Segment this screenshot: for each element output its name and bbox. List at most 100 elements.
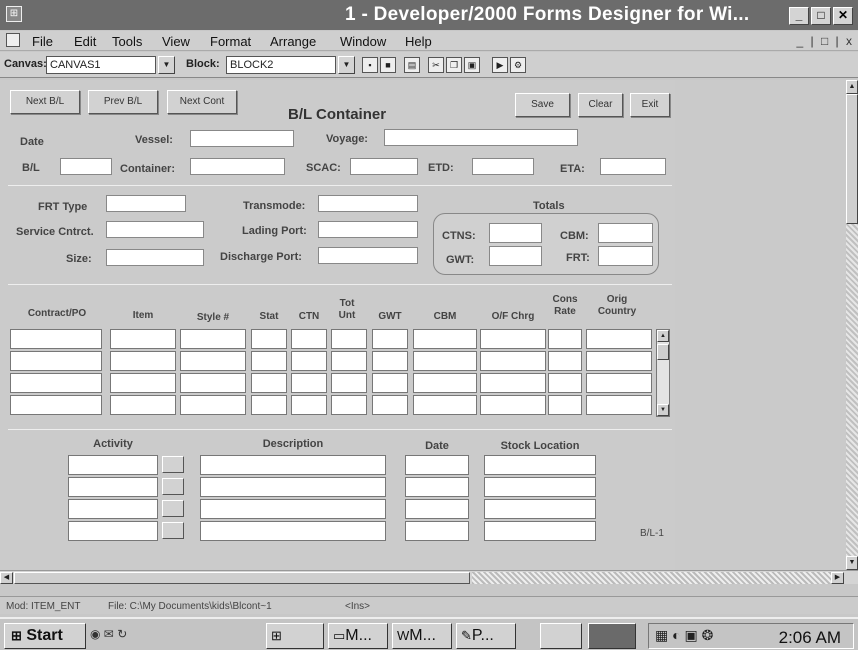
grid-cell[interactable]	[10, 329, 102, 349]
activity-cell[interactable]	[484, 521, 596, 541]
container-field[interactable]	[190, 158, 285, 175]
grid-cell[interactable]	[291, 373, 327, 393]
grid-cell[interactable]	[480, 373, 546, 393]
grid-cell[interactable]	[548, 373, 582, 393]
activity-cell[interactable]	[68, 477, 158, 497]
grid-cell[interactable]	[331, 373, 367, 393]
grid-cell[interactable]	[180, 395, 246, 415]
grid-cell[interactable]	[10, 373, 102, 393]
grid-cell[interactable]	[586, 395, 652, 415]
menu-arrange[interactable]: Arrange	[270, 34, 316, 49]
activity-cell[interactable]	[484, 477, 596, 497]
canvas-select[interactable]: CANVAS1	[46, 56, 156, 74]
grid-cell[interactable]	[251, 373, 287, 393]
ctns-field[interactable]	[489, 223, 542, 243]
frt-type-field[interactable]	[106, 195, 186, 212]
quick-launch-icons[interactable]: ◉ ✉ ↻	[90, 627, 127, 641]
grid-cell[interactable]	[586, 373, 652, 393]
grid-cell[interactable]	[548, 395, 582, 415]
grid-cell[interactable]	[548, 329, 582, 349]
close-button[interactable]: ✕	[833, 7, 853, 25]
scroll-right-icon[interactable]: ▶	[831, 572, 844, 584]
task-word[interactable]: WM...	[392, 623, 452, 649]
lading-port-field[interactable]	[318, 221, 418, 238]
scroll-up-icon[interactable]: ▲	[846, 80, 858, 94]
grid-cell[interactable]	[413, 373, 477, 393]
task-window-2[interactable]: ▭M...	[328, 623, 388, 649]
grid-cell[interactable]	[586, 329, 652, 349]
grid-cell[interactable]	[180, 351, 246, 371]
task-dark[interactable]	[588, 623, 636, 649]
service-contract-field[interactable]	[106, 221, 204, 238]
activity-cell[interactable]	[200, 521, 386, 541]
transmode-field[interactable]	[318, 195, 418, 212]
scroll-track[interactable]	[472, 572, 842, 584]
grid-cell[interactable]	[413, 329, 477, 349]
activity-cell[interactable]	[200, 477, 386, 497]
list-of-values-button[interactable]	[162, 500, 184, 517]
etd-field[interactable]	[472, 158, 534, 175]
grid-cell[interactable]	[291, 329, 327, 349]
activity-cell[interactable]	[68, 499, 158, 519]
scroll-thumb[interactable]	[846, 94, 858, 224]
menu-view[interactable]: View	[162, 34, 190, 49]
start-button[interactable]: ⊞ Start	[4, 623, 86, 649]
task-blank[interactable]	[540, 623, 582, 649]
forms-app-icon[interactable]: ⊞	[6, 6, 22, 22]
menu-tools[interactable]: Tools	[112, 34, 142, 49]
grid-cell[interactable]	[10, 351, 102, 371]
grid-cell[interactable]	[480, 329, 546, 349]
task-paint[interactable]: ✎P...	[456, 623, 516, 649]
scroll-down-icon[interactable]: ▼	[846, 556, 858, 570]
activity-cell[interactable]	[68, 455, 158, 475]
grid-cell[interactable]	[372, 329, 408, 349]
menu-file[interactable]: File	[32, 34, 53, 49]
list-of-values-button[interactable]	[162, 522, 184, 539]
copy-icon[interactable]: ❐	[446, 57, 462, 73]
grid-cell[interactable]	[548, 351, 582, 371]
grid-cell[interactable]	[291, 395, 327, 415]
scroll-left-icon[interactable]: ◀	[0, 572, 13, 584]
new-icon[interactable]: ▪	[362, 57, 378, 73]
maximize-button[interactable]: □	[811, 7, 831, 25]
grid-scrollbar[interactable]: ▲ ▼	[656, 329, 670, 417]
tray-icons[interactable]: ▦ ◐ ▣ ❂	[655, 627, 713, 644]
next-cont-button[interactable]: Next Cont	[167, 90, 237, 114]
grid-cell[interactable]	[291, 351, 327, 371]
activity-cell[interactable]	[200, 455, 386, 475]
menu-window[interactable]: Window	[340, 34, 386, 49]
activity-cell[interactable]	[405, 455, 469, 475]
document-window-controls[interactable]: _ | □ | x	[797, 34, 855, 48]
grid-cell[interactable]	[413, 351, 477, 371]
eta-field[interactable]	[600, 158, 666, 175]
activity-cell[interactable]	[484, 455, 596, 475]
vessel-field[interactable]	[190, 130, 294, 147]
minimize-button[interactable]: _	[789, 7, 809, 25]
scroll-thumb[interactable]	[657, 344, 669, 360]
list-of-values-button[interactable]	[162, 478, 184, 495]
size-field[interactable]	[106, 249, 204, 266]
grid-cell[interactable]	[180, 329, 246, 349]
grid-cell[interactable]	[372, 373, 408, 393]
horizontal-scrollbar[interactable]: ◀ ▶	[0, 570, 858, 584]
exit-button[interactable]: Exit	[630, 93, 670, 117]
grid-cell[interactable]	[480, 395, 546, 415]
save-button[interactable]: Save	[515, 93, 570, 117]
menu-help[interactable]: Help	[405, 34, 432, 49]
grid-cell[interactable]	[251, 395, 287, 415]
compile-icon[interactable]: ⚙	[510, 57, 526, 73]
frt-field[interactable]	[598, 246, 653, 266]
menu-format[interactable]: Format	[210, 34, 251, 49]
activity-cell[interactable]	[405, 499, 469, 519]
grid-cell[interactable]	[331, 395, 367, 415]
clear-button[interactable]: Clear	[578, 93, 623, 117]
next-bl-button[interactable]: Next B/L	[10, 90, 80, 114]
grid-cell[interactable]	[110, 395, 176, 415]
activity-cell[interactable]	[200, 499, 386, 519]
grid-cell[interactable]	[251, 329, 287, 349]
grid-cell[interactable]	[10, 395, 102, 415]
print-icon[interactable]: ▤	[404, 57, 420, 73]
grid-cell[interactable]	[480, 351, 546, 371]
save-icon[interactable]: ■	[380, 57, 396, 73]
grid-cell[interactable]	[372, 351, 408, 371]
